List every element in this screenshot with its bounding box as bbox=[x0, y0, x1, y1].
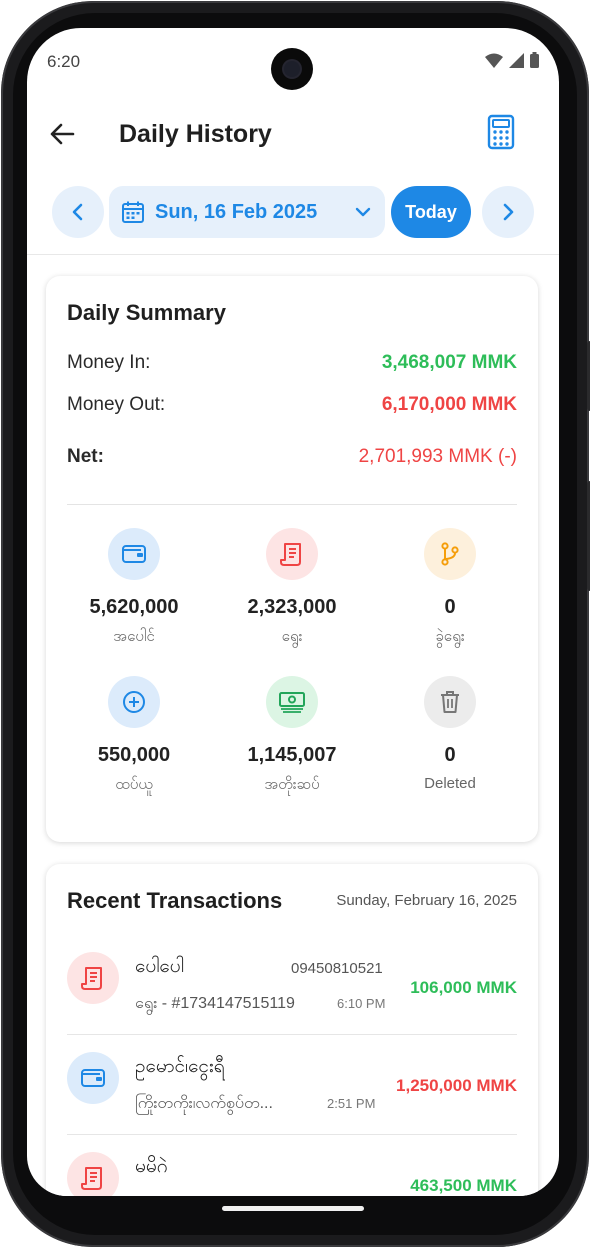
trash-icon bbox=[424, 676, 476, 728]
stat-interest: 1,145,007 အတိုးဆပ် bbox=[210, 676, 374, 797]
split-icon bbox=[424, 528, 476, 580]
calculator-button[interactable] bbox=[487, 114, 515, 150]
money-out-value: 6,170,000 MMK bbox=[381, 394, 517, 415]
recent-transactions-card: Recent Transactions Sunday, February 16,… bbox=[46, 864, 538, 1196]
stat-label: Deleted bbox=[424, 775, 476, 792]
customer-name: မမိဂဲ bbox=[135, 1156, 168, 1177]
divider bbox=[67, 1034, 517, 1035]
status-time: 6:20 bbox=[47, 52, 81, 71]
stat-value: 1,145,007 bbox=[247, 744, 337, 766]
chevron-right-icon bbox=[503, 203, 514, 221]
app-screen: 6:20 Daily History Sun, 16 Feb 2025 Toda… bbox=[27, 28, 559, 1196]
chevron-left-icon bbox=[72, 203, 83, 221]
stat-partial-redeem: 0 ခွဲရွေး bbox=[368, 528, 532, 649]
summary-title: Daily Summary bbox=[67, 300, 226, 325]
home-indicator[interactable] bbox=[222, 1206, 364, 1211]
stat-value: 550,000 bbox=[97, 744, 171, 766]
transaction-detail: ရွေး - #1734147515119 bbox=[135, 995, 295, 1012]
transaction-item[interactable]: မမိဂဲ 463,500 MMK bbox=[67, 1136, 517, 1196]
stat-label: ရွေး bbox=[281, 628, 303, 645]
stat-value: 0 bbox=[444, 744, 456, 766]
daily-summary-card: Daily Summary Money In: 3,468,007 MMK Mo… bbox=[46, 276, 538, 842]
recent-date: Sunday, February 16, 2025 bbox=[336, 892, 517, 909]
date-picker[interactable]: Sun, 16 Feb 2025 bbox=[109, 186, 385, 238]
recent-title: Recent Transactions bbox=[67, 888, 283, 913]
net-label: Net: bbox=[67, 446, 104, 467]
wifi-icon bbox=[485, 53, 503, 68]
receipt-icon bbox=[67, 952, 119, 1004]
date-navigation: Sun, 16 Feb 2025 Today bbox=[27, 186, 559, 238]
receipt-icon bbox=[266, 528, 318, 580]
signal-icon bbox=[509, 52, 524, 68]
money-out-row: Money Out: 6,170,000 MMK bbox=[67, 394, 517, 424]
summary-divider bbox=[67, 504, 517, 505]
transaction-time: 2:51 PM bbox=[327, 1096, 376, 1111]
receipt-icon bbox=[67, 1152, 119, 1196]
money-in-row: Money In: 3,468,007 MMK bbox=[67, 352, 517, 382]
money-in-label: Money In: bbox=[67, 352, 151, 373]
stat-label: ခွဲရွေး bbox=[435, 628, 465, 645]
stat-deleted: 0 Deleted bbox=[368, 676, 532, 792]
transaction-time: 6:10 PM bbox=[337, 996, 386, 1011]
cash-icon bbox=[266, 676, 318, 728]
calendar-icon bbox=[122, 201, 144, 223]
stat-value: 5,620,000 bbox=[89, 596, 179, 618]
stat-value: 0 bbox=[444, 596, 456, 618]
customer-phone: 09450810521 bbox=[291, 960, 383, 977]
stat-label: ထပ်ယူ bbox=[115, 776, 153, 793]
status-bar: 6:20 bbox=[27, 28, 559, 94]
next-day-button[interactable] bbox=[482, 186, 534, 238]
transaction-amount: 463,500 MMK bbox=[410, 1176, 517, 1195]
app-bar: Daily History bbox=[27, 108, 559, 164]
arrow-left-icon bbox=[50, 123, 75, 145]
wallet-icon bbox=[108, 528, 160, 580]
chevron-down-icon bbox=[355, 207, 371, 217]
today-button[interactable]: Today bbox=[391, 186, 471, 238]
page-title: Daily History bbox=[119, 120, 272, 148]
stat-additional: 550,000 ထပ်ယူ bbox=[52, 676, 216, 797]
customer-name: ပေါပေါ bbox=[135, 956, 184, 977]
customer-name: ဥမောင်၊ငွေးရီ bbox=[135, 1056, 225, 1077]
back-button[interactable] bbox=[47, 118, 79, 150]
net-value: 2,701,993 MMK (-) bbox=[358, 446, 517, 467]
transaction-item[interactable]: ပေါပေါ 09450810521 ရွေး - #1734147515119… bbox=[67, 936, 517, 1032]
stat-label: အတိုးဆပ် bbox=[264, 776, 320, 793]
transaction-detail: ကြိုးတကိုး၊လက်စွပ်တ... bbox=[135, 1095, 273, 1112]
calculator-icon bbox=[487, 114, 515, 150]
divider bbox=[27, 254, 559, 255]
transaction-amount: 106,000 MMK bbox=[410, 978, 517, 997]
divider bbox=[67, 1134, 517, 1135]
money-in-value: 3,468,007 MMK bbox=[381, 352, 517, 373]
transaction-item[interactable]: ဥမောင်၊ငွေးရီ ကြိုးတကိုး၊လက်စွပ်တ... 2:5… bbox=[67, 1036, 517, 1132]
battery-icon bbox=[530, 52, 539, 68]
status-icons bbox=[485, 52, 539, 68]
wallet-icon bbox=[67, 1052, 119, 1104]
transaction-amount: 1,250,000 MMK bbox=[396, 1076, 517, 1095]
stat-pawn: 5,620,000 အပေါင် bbox=[52, 528, 216, 649]
money-out-label: Money Out: bbox=[67, 394, 166, 415]
stat-redeem: 2,323,000 ရွေး bbox=[210, 528, 374, 649]
stat-value: 2,323,000 bbox=[247, 596, 337, 618]
selected-date: Sun, 16 Feb 2025 bbox=[155, 201, 318, 223]
previous-day-button[interactable] bbox=[52, 186, 104, 238]
plus-circle-icon bbox=[108, 676, 160, 728]
net-row: Net: 2,701,993 MMK (-) bbox=[67, 446, 517, 476]
stat-label: အပေါင် bbox=[113, 628, 155, 645]
front-camera bbox=[271, 48, 313, 90]
